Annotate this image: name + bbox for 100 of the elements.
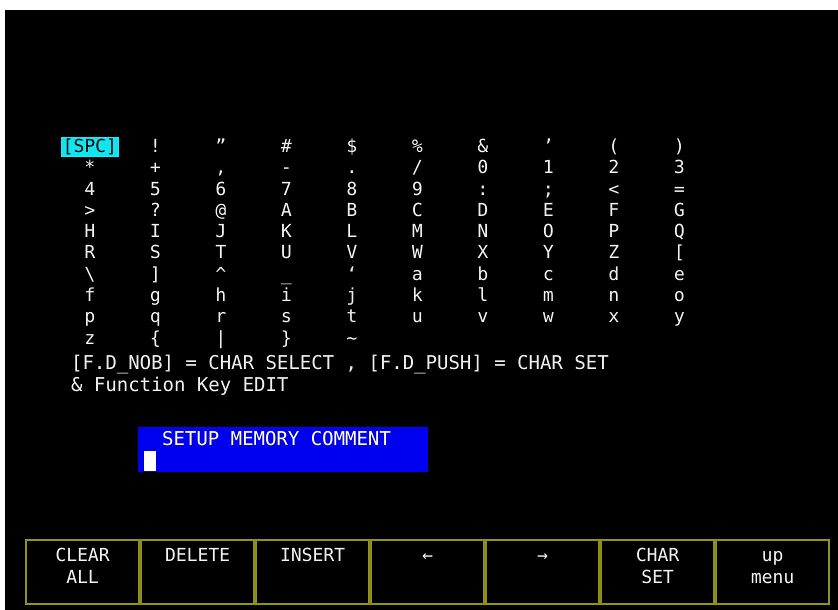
char-option[interactable]: Y xyxy=(540,243,556,264)
softkey-button[interactable]: ← xyxy=(370,538,485,605)
char-option[interactable]: r xyxy=(213,307,228,328)
char-option[interactable]: # xyxy=(278,137,294,157)
char-option[interactable]: c xyxy=(540,264,556,285)
char-option[interactable]: x xyxy=(606,307,622,328)
char-option[interactable]: ^ xyxy=(213,264,228,285)
char-option[interactable]: 4 xyxy=(82,180,98,200)
char-option[interactable]: _ xyxy=(278,264,294,285)
char-option[interactable]: - xyxy=(278,158,294,178)
char-option[interactable]: Z xyxy=(606,243,622,264)
char-option[interactable]: ~ xyxy=(344,328,360,349)
char-option[interactable]: V xyxy=(344,243,360,264)
char-option[interactable]: X xyxy=(475,243,490,264)
char-option[interactable]: { xyxy=(148,328,163,349)
char-option[interactable]: 9 xyxy=(410,180,425,200)
char-option[interactable]: j xyxy=(344,286,360,306)
char-option[interactable]: ” xyxy=(213,137,228,157)
char-option[interactable]: @ xyxy=(213,200,228,221)
char-option[interactable]: i xyxy=(278,286,294,306)
char-option[interactable]: ’ xyxy=(540,137,556,157)
char-option[interactable]: k xyxy=(410,286,425,306)
char-option[interactable]: p xyxy=(82,307,98,328)
char-option[interactable]: K xyxy=(278,222,294,242)
char-option[interactable]: D xyxy=(475,200,490,221)
comment-field[interactable]: SETUP MEMORY COMMENT xyxy=(138,426,428,472)
char-option[interactable]: / xyxy=(410,158,425,178)
char-option[interactable]: 0 xyxy=(475,158,490,178)
char-option[interactable]: 7 xyxy=(278,180,294,200)
softkey-button[interactable]: up menu xyxy=(715,538,830,605)
char-option[interactable]: m xyxy=(540,286,556,306)
char-option[interactable]: H xyxy=(82,222,98,242)
char-option[interactable]: & xyxy=(475,137,490,157)
char-option[interactable]: M xyxy=(410,222,425,242)
char-option[interactable]: } xyxy=(278,328,294,349)
char-option[interactable]: w xyxy=(540,307,556,328)
char-option[interactable]: 6 xyxy=(213,180,228,200)
char-option[interactable]: * xyxy=(82,158,98,178)
char-option[interactable]: [SPC] xyxy=(60,137,119,157)
char-option[interactable]: 8 xyxy=(344,180,360,200)
char-option[interactable]: F xyxy=(606,200,622,221)
softkey-button[interactable]: CHAR SET xyxy=(600,538,715,605)
softkey-button[interactable]: DELETE xyxy=(140,538,255,605)
softkey-button[interactable]: CLEAR ALL xyxy=(25,538,140,605)
char-option[interactable]: 1 xyxy=(540,158,556,178)
char-option[interactable]: l xyxy=(475,286,490,306)
char-option[interactable]: C xyxy=(410,200,425,221)
char-option[interactable]: . xyxy=(344,158,360,178)
char-option[interactable]: T xyxy=(213,243,228,264)
char-option[interactable]: W xyxy=(410,243,425,264)
char-option[interactable]: B xyxy=(344,200,360,221)
char-option[interactable]: d xyxy=(606,264,622,285)
char-option[interactable]: > xyxy=(82,200,98,221)
char-option[interactable]: a xyxy=(410,264,425,285)
char-option[interactable]: e xyxy=(672,264,687,285)
char-option[interactable]: P xyxy=(606,222,622,242)
char-option[interactable]: $ xyxy=(344,137,360,157)
char-option[interactable]: ; xyxy=(540,180,556,200)
char-option[interactable]: ] xyxy=(148,264,163,285)
char-option[interactable]: = xyxy=(672,180,687,200)
char-option[interactable]: % xyxy=(410,137,425,157)
char-option[interactable]: o xyxy=(672,286,687,306)
char-option[interactable]: E xyxy=(540,200,556,221)
char-option[interactable]: | xyxy=(213,328,228,349)
char-option[interactable]: v xyxy=(475,307,490,328)
char-option[interactable]: ) xyxy=(672,137,687,157)
char-option[interactable]: J xyxy=(213,222,228,242)
char-option[interactable]: [ xyxy=(672,243,687,264)
char-option[interactable]: R xyxy=(82,243,98,264)
char-option[interactable]: f xyxy=(82,286,98,306)
char-option[interactable]: I xyxy=(148,222,163,242)
char-option[interactable]: Q xyxy=(672,222,687,242)
char-option[interactable]: u xyxy=(410,307,425,328)
char-option[interactable]: q xyxy=(148,307,163,328)
char-option[interactable]: g xyxy=(148,286,163,306)
char-option[interactable]: A xyxy=(278,200,294,221)
char-option[interactable]: ? xyxy=(148,200,163,221)
char-option[interactable]: 3 xyxy=(672,158,687,178)
softkey-button[interactable]: INSERT xyxy=(255,538,370,605)
char-option[interactable]: z xyxy=(82,328,98,349)
char-option[interactable]: n xyxy=(606,286,622,306)
char-option[interactable]: s xyxy=(278,307,294,328)
char-option[interactable]: G xyxy=(672,200,687,221)
char-option[interactable]: L xyxy=(344,222,360,242)
char-option[interactable]: \ xyxy=(82,264,98,285)
char-option[interactable]: 2 xyxy=(606,158,622,178)
char-option[interactable]: S xyxy=(148,243,163,264)
char-option[interactable]: , xyxy=(213,158,228,178)
char-option[interactable]: + xyxy=(148,158,163,178)
char-option[interactable]: t xyxy=(344,307,360,328)
char-option[interactable]: y xyxy=(672,307,687,328)
char-option[interactable]: ‘ xyxy=(344,264,360,285)
char-option[interactable]: h xyxy=(213,286,228,306)
char-option[interactable]: : xyxy=(475,180,490,200)
char-option[interactable]: O xyxy=(540,222,556,242)
char-option[interactable]: 5 xyxy=(148,180,163,200)
char-option[interactable]: ! xyxy=(148,137,163,157)
char-option[interactable]: < xyxy=(606,180,622,200)
char-option[interactable]: N xyxy=(475,222,490,242)
char-option[interactable]: b xyxy=(475,264,490,285)
